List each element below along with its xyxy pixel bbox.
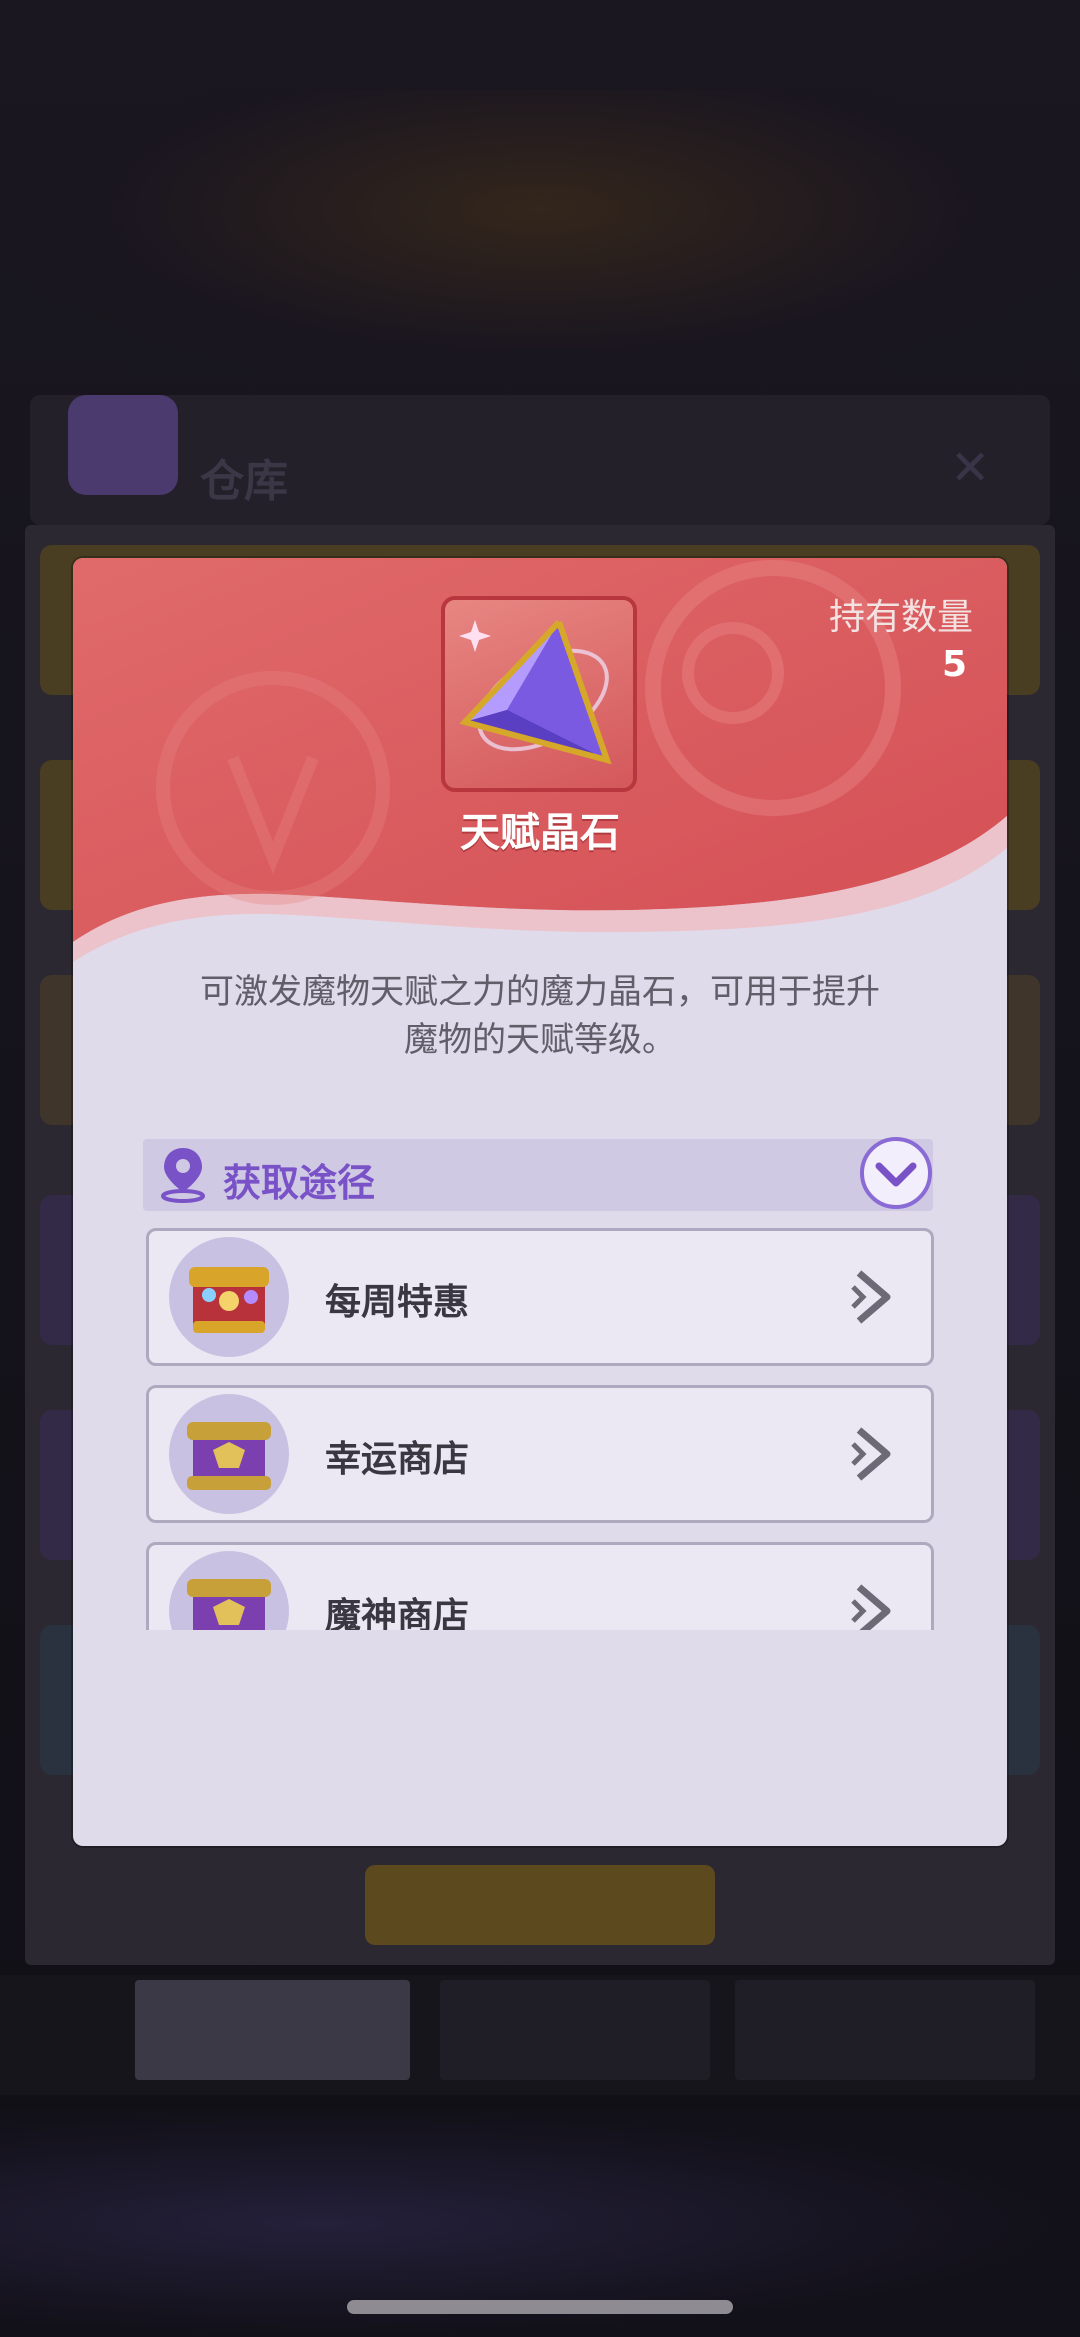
treasure-chest-icon xyxy=(169,1237,289,1357)
background-header-icon xyxy=(68,395,178,495)
background-tab xyxy=(735,1980,1035,2080)
acquisition-title: 获取途径 xyxy=(223,1161,376,1205)
item-name: 天赋晶石 xyxy=(460,810,620,856)
arrow-right-icon xyxy=(851,1584,891,1630)
background-close-icon: ✕ xyxy=(950,440,991,496)
description-line: 魔物的天赋等级。 xyxy=(404,1020,676,1060)
owned-count-label: 持有数量 xyxy=(828,597,973,638)
acquisition-item-label: 幸运商店 xyxy=(325,1439,470,1480)
modal-header: 天赋晶石 持有数量 5 xyxy=(73,558,1007,978)
acquisition-item-lucky-shop[interactable]: 幸运商店 xyxy=(146,1385,934,1523)
talent-crystal-icon xyxy=(441,596,637,792)
background-banner xyxy=(0,90,1080,390)
background-tab xyxy=(440,1980,710,2080)
background-tab xyxy=(135,1980,410,2080)
acquisition-item-label: 魔神商店 xyxy=(325,1596,470,1630)
item-description: 可激发魔物天赋之力的魔力晶石，可用于提升 魔物的天赋等级。 xyxy=(133,968,947,1064)
acquisition-item-label: 每周特惠 xyxy=(325,1282,470,1323)
acquisition-list: 每周特惠 幸运商店 魔神商店 xyxy=(73,1228,1007,1630)
background-header xyxy=(30,395,1050,525)
acquisition-item-weekly-deal[interactable]: 每周特惠 xyxy=(146,1228,934,1366)
acquisition-item-demon-shop[interactable]: 魔神商店 xyxy=(146,1542,934,1630)
description-line: 可激发魔物天赋之力的魔力晶石，可用于提升 xyxy=(200,972,880,1012)
chevron-down-icon[interactable] xyxy=(859,1136,933,1210)
purple-chest-icon xyxy=(169,1551,289,1630)
arrow-right-icon xyxy=(851,1270,891,1324)
background-title: 仓库 xyxy=(200,456,288,507)
home-indicator[interactable] xyxy=(347,2300,733,2314)
purple-chest-icon xyxy=(169,1394,289,1514)
item-detail-modal: 天赋晶石 持有数量 5 可激发魔物天赋之力的魔力晶石，可用于提升 魔物的天赋等级… xyxy=(73,558,1007,1846)
owned-count-value: 5 xyxy=(941,644,967,685)
arrow-right-icon xyxy=(851,1427,891,1481)
background-button xyxy=(365,1865,715,1945)
location-pin-icon xyxy=(161,1148,205,1203)
